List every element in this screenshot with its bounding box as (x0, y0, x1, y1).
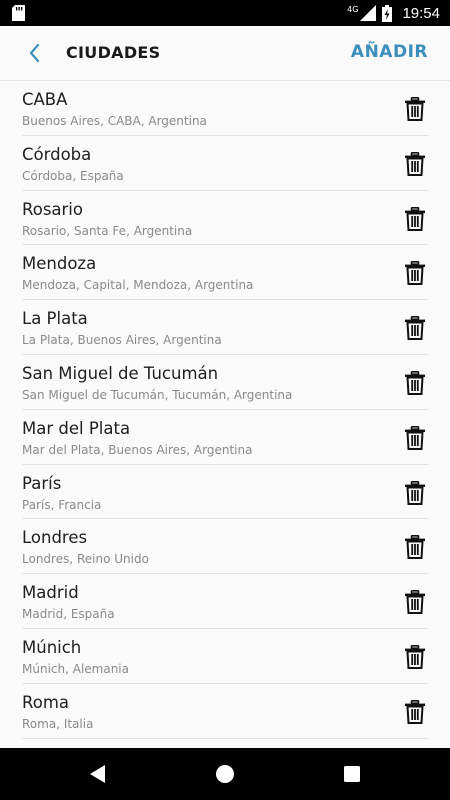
city-list: CABA Buenos Aires, CABA, Argentina Córdoba… (22, 81, 428, 739)
city-name: Mar del Plata (22, 418, 131, 438)
clock: 19:54 (402, 4, 440, 22)
city-detail: Londres, Reino Unido (22, 552, 149, 567)
city-row[interactable]: Madrid Madrid, España (22, 574, 428, 629)
chevron-left-icon[interactable] (22, 40, 48, 66)
city-detail: Rosario, Santa Fe, Argentina (22, 223, 193, 238)
city-detail: París, Francia (22, 497, 102, 512)
trash-icon[interactable] (404, 644, 426, 669)
home-circle-icon[interactable] (213, 762, 237, 786)
city-name: La Plata (22, 309, 88, 329)
page-title: CIUDADES (66, 43, 161, 62)
city-detail: Madrid, España (22, 607, 115, 622)
trash-icon[interactable] (404, 590, 426, 615)
city-detail: Múnich, Alemania (22, 661, 129, 676)
add-button[interactable]: AÑADIR (351, 42, 428, 62)
city-name: Londres (22, 528, 88, 548)
city-row[interactable]: Roma Roma, Italia (22, 684, 428, 739)
navigation-bar (0, 748, 450, 800)
city-detail: La Plata, Buenos Aires, Argentina (22, 333, 222, 348)
city-name: París (22, 473, 62, 493)
network-type: 4G (347, 4, 359, 14)
city-detail: Mar del Plata, Buenos Aires, Argentina (22, 442, 253, 457)
city-name: Rosario (22, 199, 83, 219)
city-name: Madrid (22, 583, 79, 603)
city-detail: San Miguel de Tucumán, Tucumán, Argentin… (22, 387, 293, 402)
city-row[interactable]: Mendoza Mendoza, Capital, Mendoza, Argent… (22, 245, 428, 301)
trash-icon[interactable] (404, 480, 426, 505)
city-name: Múnich (22, 637, 82, 657)
city-row[interactable]: Mar del Plata Mar del Plata, Buenos Aires… (22, 410, 428, 465)
trash-icon[interactable] (404, 261, 426, 286)
trash-icon[interactable] (404, 97, 426, 121)
city-row[interactable]: Londres Londres, Reino Unido (22, 519, 428, 575)
trash-icon[interactable] (404, 316, 426, 341)
signal-icon (360, 5, 377, 21)
battery-charging-icon (382, 4, 393, 22)
city-name: Mendoza (22, 254, 97, 274)
recents-square-icon[interactable] (340, 762, 364, 786)
trash-icon[interactable] (404, 535, 426, 560)
trash-icon[interactable] (404, 370, 426, 395)
city-detail: Córdoba, España (22, 168, 124, 183)
trash-icon[interactable] (404, 425, 426, 450)
trash-icon[interactable] (404, 151, 426, 176)
city-row[interactable]: Múnich Múnich, Alemania (22, 629, 428, 684)
city-row[interactable]: Rosario Rosario, Santa Fe, Argentina (22, 191, 428, 246)
city-detail: Roma, Italia (22, 716, 94, 731)
trash-icon[interactable] (404, 206, 426, 231)
status-bar: 4G 19:54 (0, 0, 450, 26)
city-row[interactable]: La Plata La Plata, Buenos Aires, Argentin… (22, 300, 428, 355)
city-row[interactable]: San Miguel de Tucumán San Miguel de Tucum… (22, 355, 428, 410)
city-name: Córdoba (22, 144, 92, 164)
trash-icon[interactable] (404, 699, 426, 724)
city-row[interactable]: CABA Buenos Aires, CABA, Argentina (22, 81, 428, 136)
city-name: San Miguel de Tucumán (22, 363, 219, 383)
city-detail: Buenos Aires, CABA, Argentina (22, 114, 207, 128)
sd-card-icon (12, 5, 25, 21)
toolbar: CIUDADES AÑADIR (0, 26, 450, 81)
back-triangle-icon[interactable] (86, 762, 110, 786)
city-detail: Mendoza, Capital, Mendoza, Argentina (22, 278, 254, 293)
city-row[interactable]: Córdoba Córdoba, España (22, 136, 428, 191)
city-name: CABA (22, 90, 68, 109)
city-name: Roma (22, 692, 70, 712)
city-row[interactable]: París París, Francia (22, 465, 428, 520)
app-screen: CIUDADES AÑADIR CABA Buenos Aires, CABA, … (0, 26, 450, 748)
